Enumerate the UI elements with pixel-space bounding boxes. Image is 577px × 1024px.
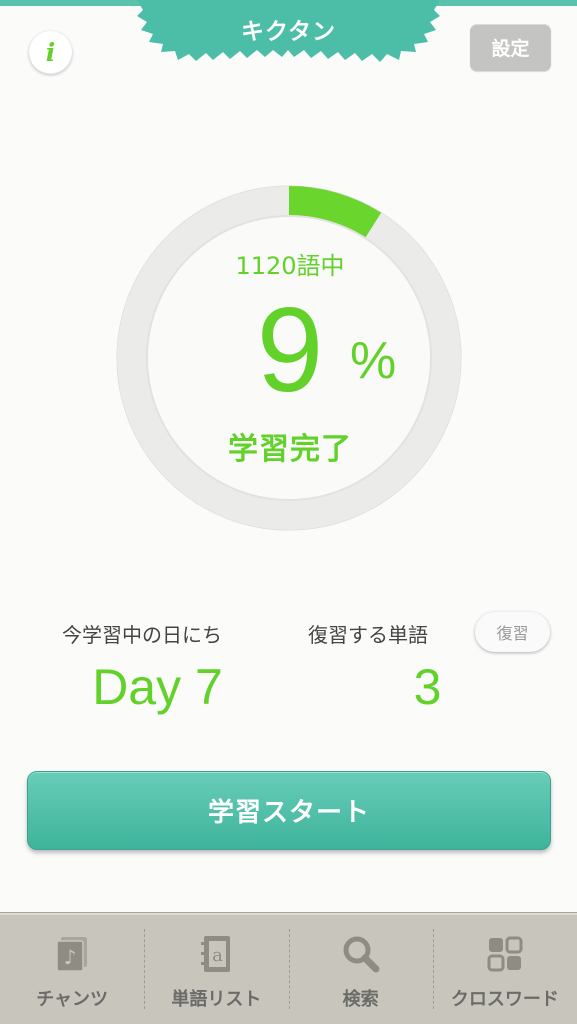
tab-word-list[interactable]: a 単語リスト: [144, 913, 288, 1024]
notebook-icon: a: [196, 933, 236, 975]
tab-chants[interactable]: ♪ チャンツ: [0, 913, 144, 1024]
tab-search[interactable]: 検索: [288, 913, 433, 1024]
review-words-count: 3: [413, 659, 442, 715]
percent-sign: %: [350, 332, 397, 390]
tab-label: 単語リスト: [171, 989, 262, 1010]
search-icon: [341, 933, 381, 975]
review-button[interactable]: 復習: [475, 612, 550, 652]
start-learning-button[interactable]: 学習スタート: [27, 771, 551, 850]
tab-bar: ♪ チャンツ a 単語リスト 検索 クロスワード: [0, 912, 577, 1024]
current-day-value: Day 7: [92, 659, 223, 715]
tab-label: チャンツ: [36, 989, 109, 1010]
current-day-label: 今学習中の日にち: [62, 623, 222, 647]
completion-status-label: 学習完了: [228, 432, 352, 467]
music-note-icon: ♪: [52, 933, 92, 975]
total-words-label: 1120語中: [235, 252, 345, 280]
svg-text:♪: ♪: [64, 945, 77, 969]
grid-icon: [485, 933, 525, 975]
svg-text:a: a: [213, 945, 224, 966]
tab-label: クロスワード: [450, 989, 559, 1010]
review-words-label: 復習する単語: [308, 623, 428, 647]
tab-crossword[interactable]: クロスワード: [432, 913, 577, 1024]
tab-label: 検索: [342, 989, 379, 1010]
